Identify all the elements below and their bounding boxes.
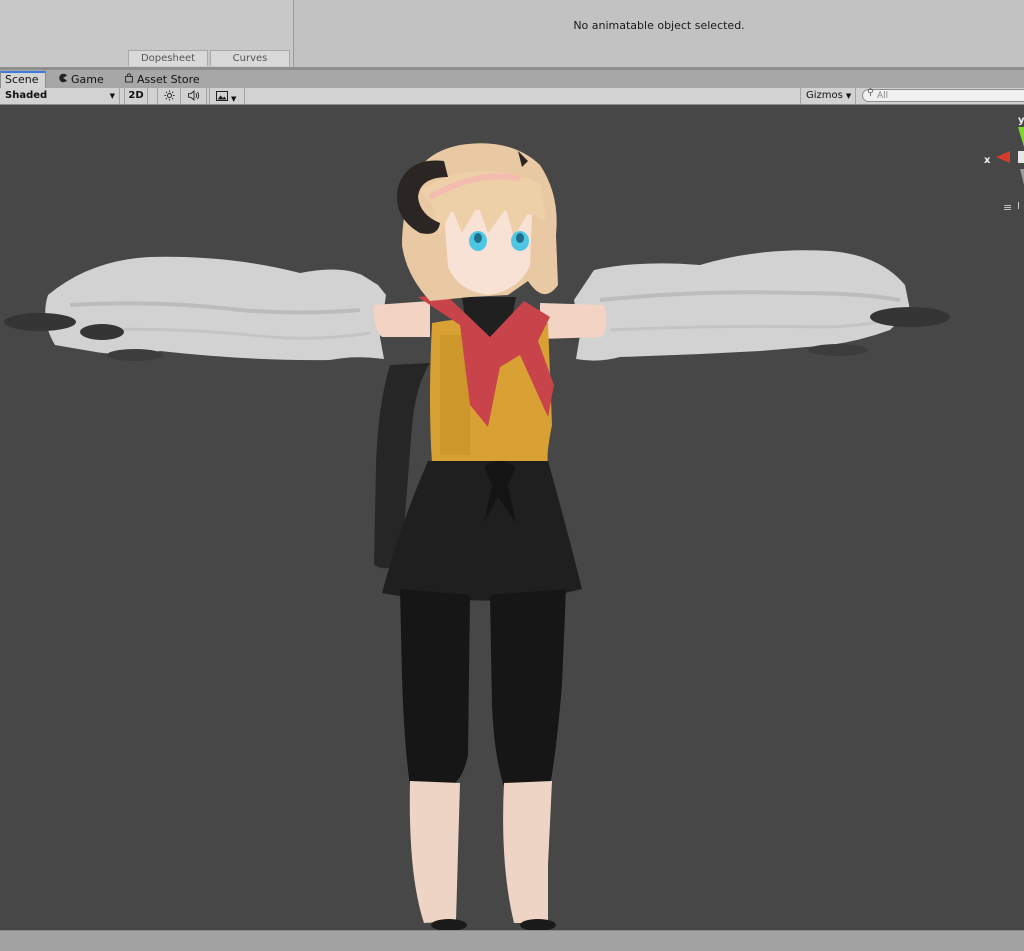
hamburger-icon[interactable]: ≡ [1003, 201, 1012, 214]
shading-mode-value: Shaded [5, 90, 48, 101]
gizmo-center-cube [1018, 151, 1024, 163]
scene-search-field[interactable]: ⚲ [862, 88, 1024, 102]
shopping-bag-icon [124, 72, 134, 89]
leggings-mesh [400, 589, 470, 789]
speaker-icon [187, 90, 199, 101]
animation-timeline: No animatable object selected. [294, 0, 1024, 67]
gizmo-x-arrow [996, 151, 1010, 163]
skirt-mesh [382, 461, 582, 601]
empty-state-message: No animatable object selected. [573, 19, 745, 32]
shading-mode-dropdown[interactable]: Shaded ▼ [0, 88, 120, 104]
sun-icon [163, 90, 175, 101]
image-icon [216, 91, 228, 101]
left-arm-mesh [373, 301, 430, 337]
gizmo-negative-y-arrow [1020, 169, 1024, 185]
scene-viewport[interactable]: y x ≡ I [0, 105, 1024, 930]
dropdown-arrow-icon: ▼ [845, 92, 852, 100]
gizmo-x-label: x [984, 155, 991, 166]
gizmo-y-label: y [1018, 115, 1024, 126]
gizmo-y-arrow [1018, 127, 1024, 147]
animation-window: Dopesheet Curves No animatable object se… [0, 0, 1024, 67]
gizmos-dropdown[interactable]: Gizmos ▼ [800, 88, 856, 104]
dropdown-arrow-icon: ▼ [231, 95, 237, 103]
tab-asset-store-label: Asset Store [137, 73, 200, 86]
legs-mesh [409, 781, 460, 923]
character-model [4, 143, 950, 930]
scene-toolbar: Shaded ▼ 2D ▼ Gizmos ▼ ⚲ [0, 88, 1024, 105]
tab-game-label: Game [71, 73, 104, 86]
status-bar [0, 930, 1024, 951]
toggle-2d-button[interactable]: 2D [124, 88, 148, 104]
tab-asset-store[interactable]: Asset Store [120, 71, 220, 88]
right-wing-mesh [574, 250, 910, 361]
orientation-gizmo[interactable]: y x [980, 113, 1024, 191]
effects-dropdown[interactable]: ▼ [209, 88, 245, 104]
audio-toggle[interactable] [181, 88, 207, 104]
tab-dopesheet[interactable]: Dopesheet [128, 50, 208, 66]
animation-sidebar: Dopesheet Curves [0, 0, 294, 67]
tab-curves[interactable]: Curves [210, 50, 290, 66]
tab-game[interactable]: Game [54, 71, 114, 88]
lighting-toggle[interactable] [157, 88, 181, 104]
projection-label[interactable]: I [1017, 201, 1020, 212]
tab-scene-label: Scene [5, 73, 39, 86]
animation-mode-tabs: Dopesheet Curves [128, 50, 290, 66]
right-arm-mesh [540, 303, 607, 339]
dropdown-arrow-icon: ▼ [109, 92, 115, 100]
pacman-game-icon [58, 72, 68, 89]
tab-scene[interactable]: Scene [0, 71, 46, 88]
magnifier-icon: ⚲ [867, 88, 874, 98]
scene-search-input[interactable] [877, 90, 1017, 101]
view-tab-bar: Scene Game Asset Store [0, 70, 1024, 88]
gizmos-label: Gizmos [806, 90, 843, 101]
